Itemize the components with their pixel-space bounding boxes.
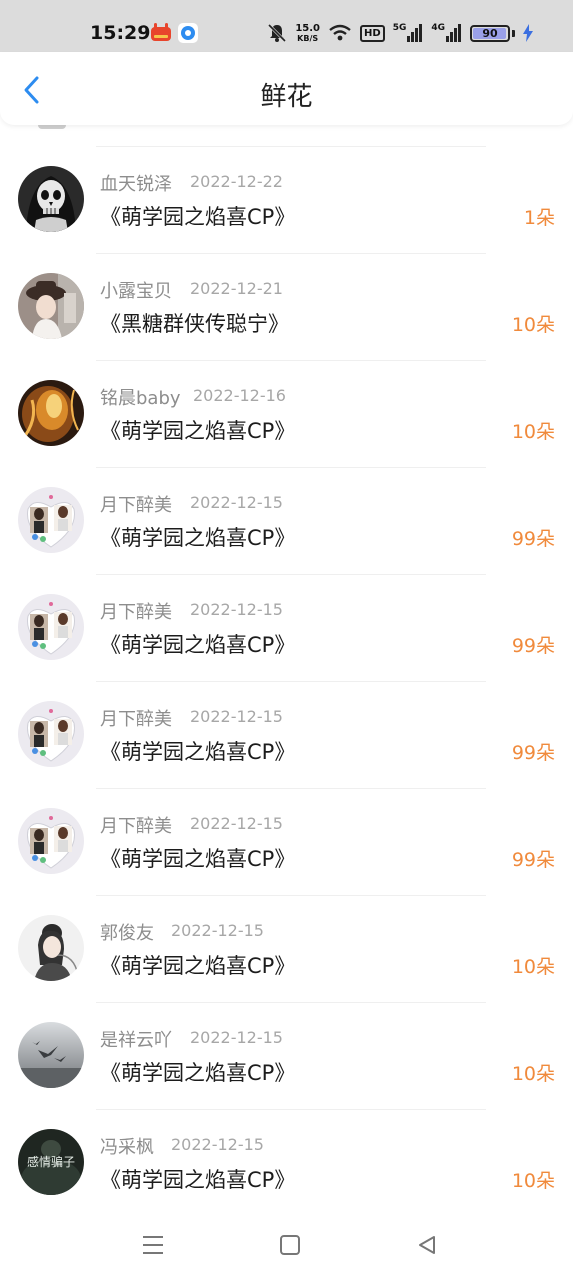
user-avatar[interactable] [18,166,84,232]
back-triangle-icon [419,1236,435,1254]
user-name: 血天锐泽 [100,174,172,195]
book-title[interactable]: 《萌学园之焰喜CP》 [100,1057,295,1087]
home-square-icon [280,1235,300,1255]
home-button[interactable] [275,1230,305,1260]
record-date: 2022-12-16 [193,386,286,405]
system-navigation-bar [0,1210,573,1280]
flower-count: 99朵 [511,528,555,550]
user-name: 冯采枫 [100,1137,154,1158]
flower-count: 10朵 [511,1170,555,1192]
page-title: 鲜花 [260,82,313,112]
flower-count: 10朵 [511,1063,555,1085]
avatar-text: 感情骗子 [27,1154,75,1169]
record-date: 2022-12-15 [190,493,283,512]
list-item[interactable]: 铭晨baby 2022-12-16 《萌学园之焰喜CP》 10朵 [0,361,573,468]
flower-count: 1朵 [523,207,555,229]
user-name: 月下醉美 [100,816,172,837]
wifi-icon [328,24,352,42]
network-speed-unit: KB/S [297,33,319,43]
book-title[interactable]: 《萌学园之焰喜CP》 [100,629,295,659]
list-item[interactable]: 是祥云吖 2022-12-15 《萌学园之焰喜CP》 10朵 [0,1003,573,1110]
app-notification-icon [150,22,172,42]
record-date: 2022-12-15 [171,921,264,940]
network-speed: 15.0 KB/S [295,22,321,43]
user-avatar[interactable] [18,915,84,981]
signal-5g-label: 5G [392,23,407,33]
book-title[interactable]: 《萌学园之焰喜CP》 [100,415,295,445]
flower-count: 10朵 [511,956,555,978]
user-name: 小露宝贝 [100,281,172,302]
user-avatar[interactable]: 感情骗子 [18,1129,84,1195]
flower-count: 99朵 [511,635,555,657]
hd-badge: HD [360,24,385,42]
record-date: 2022-12-15 [190,814,283,833]
record-date: 2022-12-15 [171,1135,264,1154]
signal-4g-icon: 4G [431,24,462,42]
user-avatar[interactable] [18,487,84,553]
flower-count: 99朵 [511,742,555,764]
book-title[interactable]: 《萌学园之焰喜CP》 [100,522,295,552]
list-item[interactable]: 月下醉美 2022-12-15 《萌学园之焰喜CP》 99朵 [0,575,573,682]
record-date: 2022-12-15 [190,600,283,619]
user-avatar[interactable] [18,273,84,339]
status-time: 15:29 [90,22,151,44]
battery-level: 90 [482,26,498,40]
user-name: 郭俊友 [100,923,154,944]
charging-bolt-icon [523,24,533,42]
user-name: 是祥云吖 [100,1030,172,1051]
user-name: 月下醉美 [100,602,172,623]
user-name: 铭晨baby [100,388,181,409]
partial-avatar [38,125,66,129]
battery-tip [512,29,515,37]
book-title[interactable]: 《黑糖群侠传聪宁》 [100,308,289,338]
app-circle-icon [178,23,198,43]
record-date: 2022-12-21 [190,279,283,298]
list-item[interactable]: 郭俊友 2022-12-15 《萌学园之焰喜CP》 10朵 [0,896,573,1003]
book-title[interactable]: 《萌学园之焰喜CP》 [100,201,295,231]
status-bar: 15:29 15.0 KB/S HD 5G 4G 90 [0,0,573,52]
menu-button[interactable] [138,1230,168,1260]
flower-count: 10朵 [511,314,555,336]
book-title[interactable]: 《萌学园之焰喜CP》 [100,950,295,980]
book-title[interactable]: 《萌学园之焰喜CP》 [100,736,295,766]
record-date: 2022-12-22 [190,172,283,191]
signal-5g-icon: 5G [393,24,424,42]
list-item[interactable]: 月下醉美 2022-12-15 《萌学园之焰喜CP》 99朵 [0,468,573,575]
mute-bell-icon [267,23,287,43]
user-avatar[interactable] [18,701,84,767]
record-date: 2022-12-15 [190,707,283,726]
menu-lines-icon [143,1236,163,1254]
page-header: 鲜花 [0,52,573,125]
list-item[interactable]: 血天锐泽 2022-12-22 《萌学园之焰喜CP》 1朵 [0,147,573,254]
user-avatar[interactable] [18,808,84,874]
user-name: 月下醉美 [100,709,172,730]
book-title[interactable]: 《萌学园之焰喜CP》 [100,843,295,873]
battery-indicator: 90 [470,24,510,42]
book-title[interactable]: 《萌学园之焰喜CP》 [100,1164,295,1194]
user-avatar[interactable] [18,1022,84,1088]
record-date: 2022-12-15 [190,1028,283,1047]
user-avatar[interactable] [18,594,84,660]
list-item[interactable]: 月下醉美 2022-12-15 《萌学园之焰喜CP》 99朵 [0,789,573,896]
network-speed-value: 15.0 [295,22,321,34]
list-item[interactable]: 小露宝贝 2022-12-21 《黑糖群侠传聪宁》 10朵 [0,254,573,361]
flower-count: 10朵 [511,421,555,443]
flower-count: 99朵 [511,849,555,871]
list-item[interactable]: 月下醉美 2022-12-15 《萌学园之焰喜CP》 99朵 [0,682,573,789]
list-item[interactable]: 感情骗子 冯采枫 2022-12-15 《萌学园之焰喜CP》 10朵 [0,1110,573,1210]
nav-back-button[interactable] [412,1230,442,1260]
user-name: 月下醉美 [100,495,172,516]
status-indicators: 15.0 KB/S HD 5G 4G 90 [267,22,533,44]
signal-4g-label: 4G [431,23,445,33]
flower-record-list[interactable]: 血天锐泽 2022-12-22 《萌学园之焰喜CP》 1朵 小露宝贝 2022-… [0,125,573,1210]
user-avatar[interactable] [18,380,84,446]
